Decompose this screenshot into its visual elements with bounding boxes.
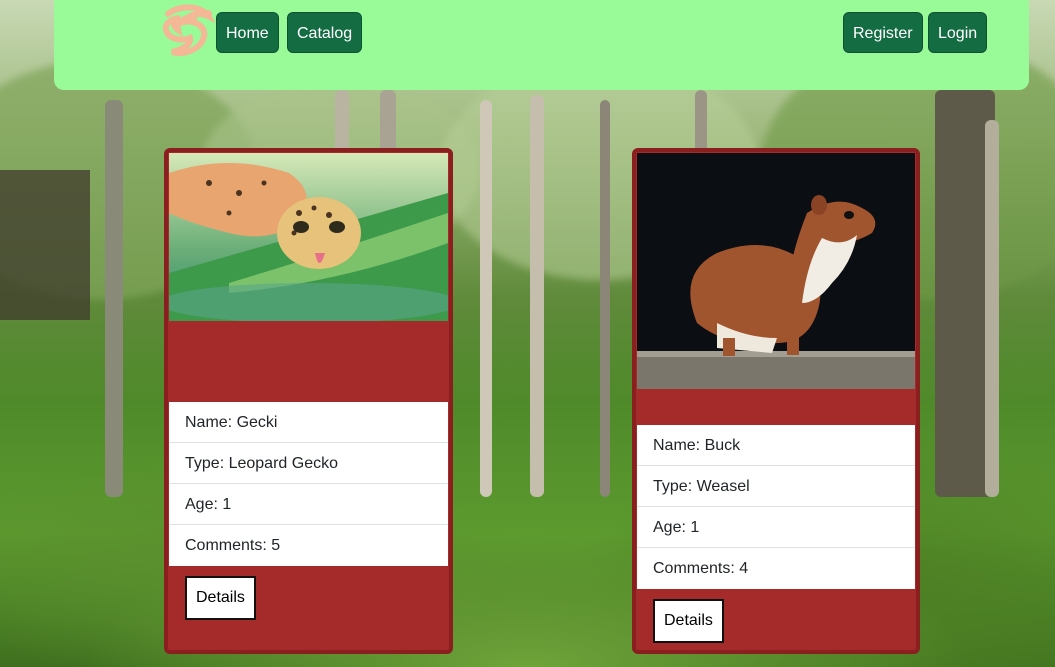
pet-card: Name: Gecki Type: Leopard Gecko Age: 1 C… bbox=[164, 148, 453, 654]
details-button[interactable]: Details bbox=[653, 599, 724, 643]
pet-age: Age: 1 bbox=[169, 484, 448, 525]
details-button[interactable]: Details bbox=[185, 576, 256, 620]
pet-type: Type: Weasel bbox=[637, 466, 915, 507]
weasel-photo bbox=[637, 153, 915, 389]
pet-info-list: Name: Buck Type: Weasel Age: 1 Comments:… bbox=[637, 425, 915, 589]
pet-comments: Comments: 5 bbox=[185, 537, 281, 554]
pet-type: Type: Leopard Gecko bbox=[169, 443, 448, 484]
pet-age: Age: 1 bbox=[637, 507, 915, 548]
navbar: Home Catalog Register Login bbox=[54, 0, 1029, 90]
pet-name: Name: Buck bbox=[637, 425, 915, 466]
pet-comments: Comments: 4 bbox=[653, 560, 749, 577]
pet-info-list: Name: Gecki Type: Leopard Gecko Age: 1 C… bbox=[169, 402, 448, 566]
leopard-gecko-photo bbox=[168, 153, 449, 323]
pet-name: Name: Gecki bbox=[169, 402, 448, 443]
nav-catalog-button[interactable]: Catalog bbox=[287, 12, 363, 53]
pet-card: Name: Buck Type: Weasel Age: 1 Comments:… bbox=[632, 148, 920, 654]
nav-login-button[interactable]: Login bbox=[928, 12, 988, 53]
nav-register-button[interactable]: Register bbox=[843, 12, 923, 53]
dragon-logo-icon[interactable] bbox=[150, 2, 222, 64]
nav-home-button[interactable]: Home bbox=[216, 12, 279, 53]
